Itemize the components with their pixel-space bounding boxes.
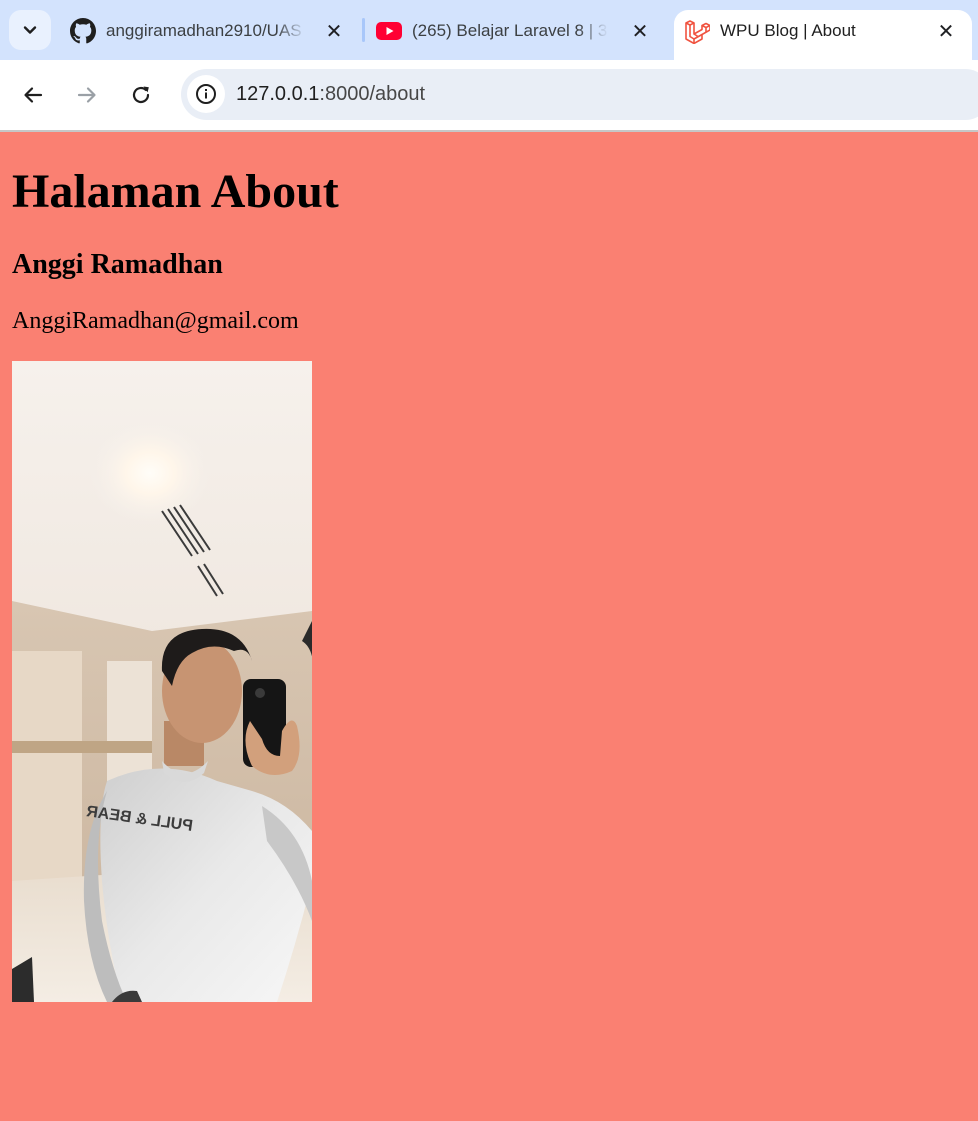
browser-toolbar: 127.0.0.1:8000/about [0,60,978,132]
url-host: 127.0.0.1 [236,83,320,105]
reload-icon [132,86,150,104]
arrow-right-icon [77,87,96,103]
url-text[interactable]: 127.0.0.1:8000/about [236,83,425,106]
reload-button[interactable] [121,75,161,115]
close-tab-icon[interactable]: ✕ [628,19,652,43]
forward-button[interactable] [67,75,107,115]
info-icon [196,84,216,104]
tab-search-button[interactable] [9,10,51,50]
tab-title: (265) Belajar Laravel 8 | 3 [412,21,608,40]
tab-title: WPU Blog | About [720,21,856,40]
author-name: Anggi Ramadhan [12,249,223,280]
tab-youtube[interactable]: (265) Belajar Laravel 8 | 3 ✕ [376,10,656,52]
back-button[interactable] [13,75,53,115]
close-tab-icon[interactable]: ✕ [934,19,958,43]
author-email: AnggiRamadhan@gmail.com [12,308,299,334]
tab-title: anggiramadhan2910/UAS [106,21,302,40]
url-path: :8000/about [319,83,426,105]
laravel-icon [684,18,710,44]
tab-wpu-blog-about[interactable]: WPU Blog | About ✕ [684,10,964,52]
page-heading: Halaman About [12,165,339,218]
site-info-button[interactable] [187,75,225,113]
arrow-left-icon [24,87,43,103]
tab-divider [362,18,365,42]
github-icon [70,18,96,44]
youtube-icon [376,18,402,44]
profile-photo: PULL & BEAR [12,361,312,1002]
tab-github[interactable]: anggiramadhan2910/UAS ✕ [70,10,350,52]
close-tab-icon[interactable]: ✕ [322,19,346,43]
address-bar[interactable]: 127.0.0.1:8000/about [181,69,978,120]
tab-strip: anggiramadhan2910/UAS ✕ (265) Belajar La… [0,0,978,60]
chevron-down-icon [23,26,37,34]
